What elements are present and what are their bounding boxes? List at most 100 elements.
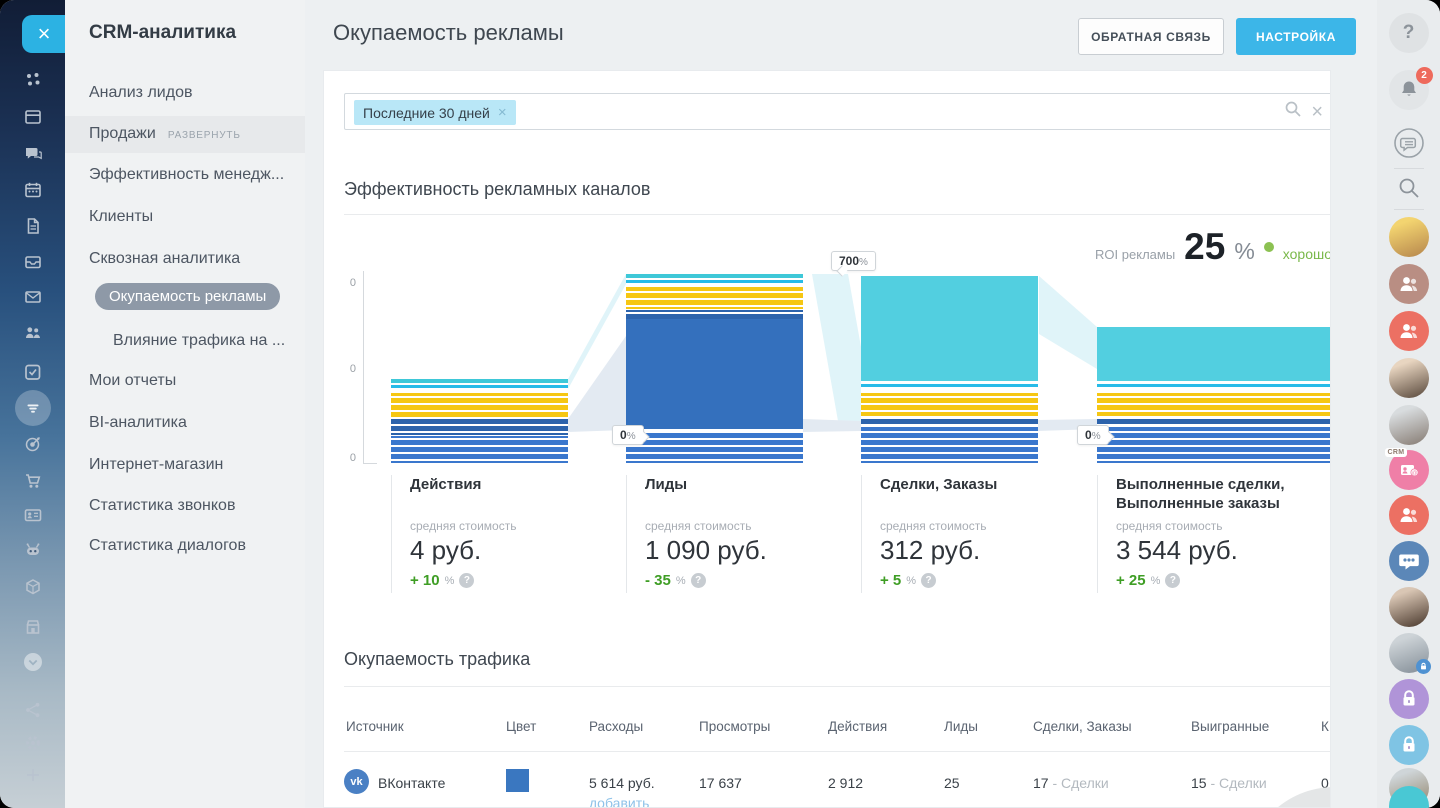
nodes-icon[interactable] xyxy=(0,695,65,725)
color-swatch[interactable] xyxy=(506,769,529,792)
avatar-cartoon-woman-avatar[interactable] xyxy=(1389,217,1429,257)
plus-icon[interactable] xyxy=(0,760,65,790)
column-header[interactable]: К xyxy=(1321,719,1329,734)
avatar-woman-photo-avatar[interactable] xyxy=(1389,405,1429,445)
contact-card-icon[interactable] xyxy=(0,500,65,530)
help-icon[interactable]: ? xyxy=(691,573,706,588)
funnel-bar-segment[interactable] xyxy=(1097,427,1331,463)
sidebar-item[interactable]: Влияние трафика на ... xyxy=(113,332,285,350)
sidebar-item[interactable]: Статистика диалогов xyxy=(89,537,246,555)
funnel-bar-segment[interactable] xyxy=(861,427,1038,463)
funnel-bar-segment[interactable] xyxy=(626,431,803,463)
funnel-bar-segment[interactable] xyxy=(391,385,568,388)
settings-button[interactable]: НАСТРОЙКА xyxy=(1236,18,1356,55)
gear-icon[interactable] xyxy=(0,728,65,758)
sidebar-item-active[interactable]: Окупаемость рекламы xyxy=(95,283,280,310)
sidebar-item[interactable]: BI-аналитика xyxy=(89,414,187,432)
funnel-bar-segment[interactable] xyxy=(626,274,803,278)
funnel-bar-segment[interactable] xyxy=(1097,384,1331,387)
funnel-bar-segment[interactable] xyxy=(861,417,1038,426)
avatar-office-avatar[interactable] xyxy=(1389,633,1429,673)
filter-chip[interactable]: Последние 30 дней × xyxy=(354,100,516,125)
pulse-icon[interactable] xyxy=(0,65,65,95)
robot-icon[interactable] xyxy=(0,535,65,565)
filter-chip-close-icon[interactable]: × xyxy=(498,104,507,121)
sidebar-item[interactable]: Анализ лидов xyxy=(89,84,192,102)
funnel-bar-segment[interactable] xyxy=(626,287,803,309)
funnel-bar-segment[interactable] xyxy=(861,276,1038,381)
source-cell: ВКонтакте xyxy=(378,775,445,791)
people-icon[interactable] xyxy=(0,318,65,348)
support-chat-icon[interactable] xyxy=(1389,123,1429,163)
stage-change: - 35%? xyxy=(645,572,856,589)
help-icon[interactable]: ? xyxy=(1389,13,1429,53)
traffic-table-header: Источник Цвет Расходы Просмотры Действия Лиды… xyxy=(344,719,1331,741)
column-header[interactable]: Источник xyxy=(346,719,404,734)
column-header[interactable]: Просмотры xyxy=(699,719,770,734)
search-icon[interactable] xyxy=(1389,168,1429,208)
lock-blue-icon[interactable] xyxy=(1389,725,1429,765)
funnel-bar-segment[interactable] xyxy=(1097,393,1331,416)
sidebar-item[interactable]: Статистика звонков xyxy=(89,497,235,515)
sidebar-item[interactable]: Эффективность менедж... xyxy=(89,166,284,184)
funnel-bar-segment[interactable] xyxy=(1097,327,1331,381)
funnel-bar-segment[interactable] xyxy=(1097,417,1331,426)
group-red-2-avatar[interactable] xyxy=(1389,495,1429,535)
sidebar-item[interactable]: ПродажиРАЗВЕРНУТЬ xyxy=(89,125,241,143)
market-icon[interactable] xyxy=(0,612,65,642)
funnel-bar-segment[interactable] xyxy=(861,384,1038,387)
funnel-bar-segment[interactable] xyxy=(391,418,568,435)
cart-icon[interactable] xyxy=(0,466,65,496)
sidebar-item[interactable]: Интернет-магазин xyxy=(89,456,223,474)
filter-bar[interactable]: Последние 30 дней × × xyxy=(344,93,1331,130)
sidebar-item[interactable]: Мои отчеты xyxy=(89,372,176,390)
calendar-icon[interactable] xyxy=(0,175,65,205)
teal-partial-icon[interactable] xyxy=(1389,786,1429,808)
help-icon[interactable]: ? xyxy=(1165,573,1180,588)
funnel-stage-card: Сделки, Заказысредняя стоимость312 руб.+… xyxy=(861,475,1091,593)
funnel-bar-segment[interactable] xyxy=(626,310,803,319)
document-icon[interactable] xyxy=(0,211,65,241)
expand-link[interactable]: РАЗВЕРНУТЬ xyxy=(168,130,241,141)
avatar-woman-smiling-avatar[interactable] xyxy=(1389,587,1429,627)
kanban-icon[interactable] xyxy=(0,102,65,132)
target-icon[interactable] xyxy=(0,429,65,459)
notifications-icon[interactable]: 2 xyxy=(1389,70,1429,110)
inbox-icon[interactable] xyxy=(0,247,65,277)
funnel-bar-segment[interactable] xyxy=(626,319,803,429)
collapse-menu-button[interactable]: × xyxy=(22,15,66,53)
group-chat-avatar[interactable] xyxy=(1389,541,1429,581)
group-rose-avatar[interactable] xyxy=(1389,264,1429,304)
chevron-down-icon[interactable] xyxy=(0,647,65,677)
funnel-bar-segment[interactable] xyxy=(391,393,568,417)
tasks-icon[interactable] xyxy=(0,357,65,387)
cube-icon[interactable] xyxy=(0,572,65,602)
column-header[interactable]: Действия xyxy=(828,719,887,734)
filter-icon[interactable] xyxy=(0,393,65,423)
column-header[interactable]: Выигранные xyxy=(1191,719,1269,734)
funnel-bar-segment[interactable] xyxy=(626,280,803,283)
column-header[interactable]: Цвет xyxy=(506,719,536,734)
table-row[interactable]: vkВКонтакте5 614 руб.добавить17 6372 912… xyxy=(344,761,1331,808)
mail-icon[interactable] xyxy=(0,282,65,312)
search-icon[interactable] xyxy=(1284,100,1302,123)
sidebar-item[interactable]: Сквозная аналитика xyxy=(89,250,240,268)
group-red-avatar[interactable] xyxy=(1389,311,1429,351)
column-header[interactable]: Лиды xyxy=(944,719,978,734)
column-header[interactable]: Сделки, Заказы xyxy=(1033,719,1132,734)
add-costs-link[interactable]: добавить xyxy=(589,795,649,808)
funnel-bar-segment[interactable] xyxy=(861,393,1038,416)
sidebar-item[interactable]: Клиенты xyxy=(89,208,153,226)
feedback-button[interactable]: ОБРАТНАЯ СВЯЗЬ xyxy=(1078,18,1224,55)
help-icon[interactable]: ? xyxy=(459,573,474,588)
help-icon[interactable]: ? xyxy=(921,573,936,588)
clear-filter-icon[interactable]: × xyxy=(1311,102,1323,122)
avatar-man-glasses-avatar[interactable] xyxy=(1389,358,1429,398)
leads-cell: 25 xyxy=(944,775,960,791)
funnel-bar-segment[interactable] xyxy=(391,436,568,463)
chat-icon[interactable] xyxy=(0,139,65,169)
crm-marketing-avatar[interactable]: @CRM xyxy=(1389,450,1429,490)
column-header[interactable]: Расходы xyxy=(589,719,643,734)
lock-purple-icon[interactable] xyxy=(1389,679,1429,719)
funnel-bar-segment[interactable] xyxy=(391,379,568,383)
